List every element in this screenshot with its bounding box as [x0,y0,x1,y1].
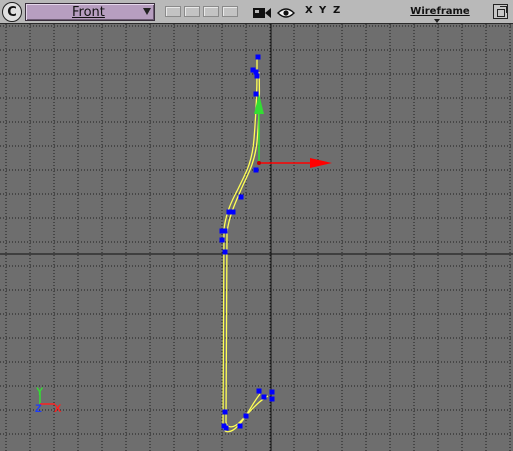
spline-vertex[interactable] [223,425,229,431]
viewport-window: C Front X Y Z Wireframe Y Z X [0,0,513,451]
shading-mode-label: Wireframe [410,6,470,17]
spline-vertex[interactable] [238,194,244,200]
spline-vertex[interactable] [269,389,275,395]
axis-toggle-y[interactable]: Y [319,5,326,19]
view-name-label: Front [72,5,105,20]
front-viewport-canvas[interactable]: Y Z X [0,24,513,451]
maximize-viewport-button[interactable] [493,4,508,19]
spline-vertex[interactable] [222,409,228,415]
spline-vertex[interactable] [254,73,260,79]
dropdown-arrow-icon [434,19,440,23]
spline-vertex[interactable] [243,413,249,419]
gizmo-x-arrow-icon[interactable] [310,158,332,168]
tripod-y-label: Y [36,386,44,398]
viewport-drawing[interactable]: Y Z X [0,24,513,451]
gizmo-pivot[interactable] [257,161,261,165]
spline-vertex[interactable] [261,394,267,400]
spline-vertex[interactable] [255,54,261,60]
viewport-menu-icon: C [7,4,17,20]
spline-vertex[interactable] [253,91,259,97]
tripod-x-label: X [54,403,62,415]
spline-vertex[interactable] [222,249,228,255]
viewport-menu-button[interactable]: C [2,2,22,22]
spline-vertex[interactable] [230,209,236,215]
layout-button-2[interactable] [184,6,200,17]
spline-vertex[interactable] [219,237,225,243]
spline-vertex[interactable] [269,396,275,402]
axis-toggle-x[interactable]: X [305,5,313,19]
spline-outline-inner [225,71,269,428]
viewport-toolbar: C Front X Y Z Wireframe [0,0,513,24]
spline-vertex[interactable] [253,167,259,173]
eye-icon[interactable] [277,5,295,19]
spline-vertex[interactable] [256,388,262,394]
spline-vertex[interactable] [222,228,228,234]
spline-vertex[interactable] [237,423,243,429]
move-gizmo[interactable] [254,94,332,168]
layout-button-4[interactable] [222,6,238,17]
layout-button-3[interactable] [203,6,219,17]
dropdown-arrow-icon [143,8,151,15]
spline-outline-outer [222,59,261,433]
view-selector-dropdown[interactable]: Front [25,3,155,21]
gizmo-y-arrow-icon[interactable] [254,94,264,114]
axis-toggle-z[interactable]: Z [333,5,340,19]
camera-icon[interactable] [252,5,272,19]
shading-mode-dropdown[interactable]: Wireframe [405,4,475,23]
layout-button-1[interactable] [165,6,181,17]
tripod-z-label: Z [35,403,42,415]
axis-tripod: Y Z X [35,386,62,415]
